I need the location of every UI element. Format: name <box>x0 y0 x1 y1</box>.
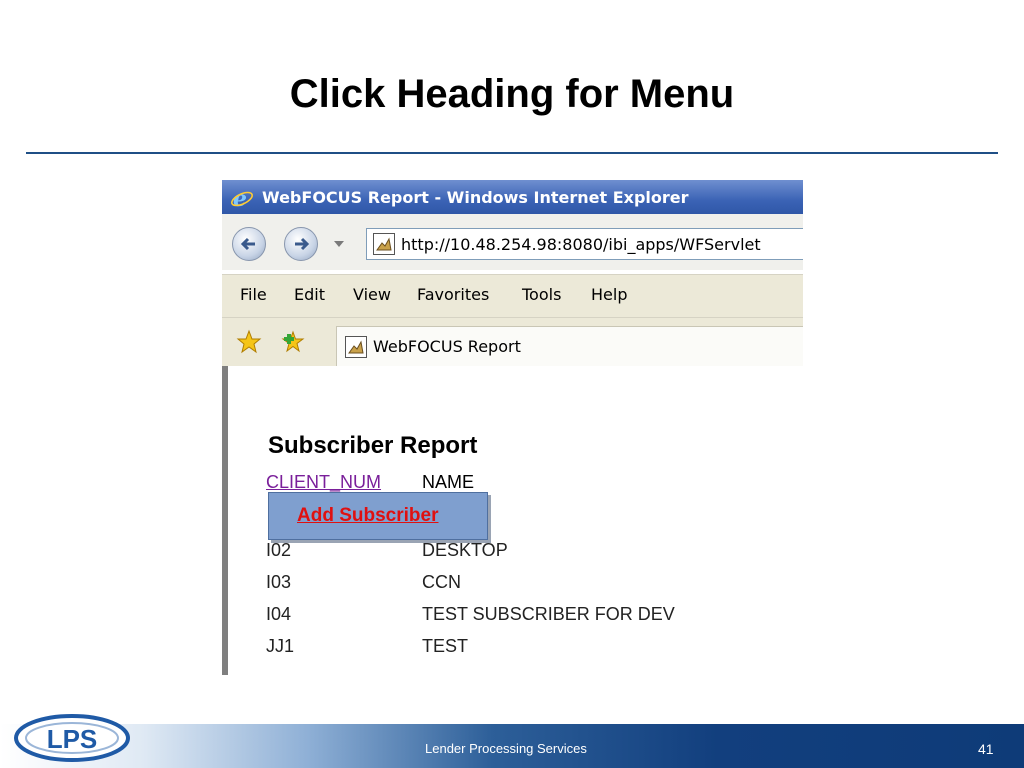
table-cell-client-num: I04 <box>266 604 292 624</box>
address-url: http://10.48.254.98:8080/ibi_apps/WFServ… <box>401 235 761 254</box>
add-favorites-icon[interactable] <box>280 329 306 355</box>
recent-pages-dropdown[interactable] <box>334 241 344 247</box>
context-menu: Add Subscriber <box>268 492 488 540</box>
table-cell-name: DESKTOP <box>422 540 508 560</box>
navigation-bar: http://10.48.254.98:8080/ibi_apps/WFServ… <box>222 214 803 270</box>
report-title: Subscriber Report <box>268 432 478 459</box>
title-divider <box>26 152 998 154</box>
table-cell-client-num: I02 <box>266 540 292 560</box>
tab-page-icon <box>345 336 367 358</box>
column-header-name: NAME <box>422 472 475 492</box>
slide-title: Click Heading for Menu <box>289 72 735 116</box>
menu-file[interactable]: File <box>240 285 267 304</box>
tab-title: WebFOCUS Report <box>373 337 521 356</box>
page-icon <box>373 233 395 255</box>
page-number: 41 <box>978 741 994 757</box>
menu-tools[interactable]: Tools <box>522 285 561 304</box>
favorites-bar: WebFOCUS Report <box>222 318 803 368</box>
table-cell-name: TEST SUBSCRIBER FOR DEV <box>422 604 675 624</box>
back-button[interactable] <box>232 227 266 261</box>
table-cell-name: TEST <box>422 636 469 656</box>
forward-button[interactable] <box>284 227 318 261</box>
page-content: Subscriber Report CLIENT_NUM NAME I02 DE… <box>222 366 803 675</box>
forward-arrow-icon <box>295 237 310 251</box>
internet-explorer-icon: e <box>231 186 253 210</box>
menu-bar: File Edit View Favorites Tools Help <box>222 274 803 318</box>
table-cell-name: CCN <box>422 572 461 592</box>
column-header-client-num[interactable]: CLIENT_NUM <box>266 472 381 493</box>
address-bar[interactable]: http://10.48.254.98:8080/ibi_apps/WFServ… <box>366 228 803 260</box>
window-title: WebFOCUS Report - Windows Internet Explo… <box>262 188 689 207</box>
logo-text: LPS <box>47 724 98 754</box>
table-cell-client-num: JJ1 <box>266 636 295 656</box>
menu-edit[interactable]: Edit <box>294 285 325 304</box>
footer-company-name: Lender Processing Services <box>425 741 587 756</box>
window-titlebar[interactable]: e WebFOCUS Report - Windows Internet Exp… <box>222 180 803 214</box>
add-subscriber-menu-item[interactable]: Add Subscriber <box>297 505 438 527</box>
menu-help[interactable]: Help <box>591 285 627 304</box>
menu-favorites[interactable]: Favorites <box>417 285 489 304</box>
browser-tab[interactable]: WebFOCUS Report <box>336 326 803 366</box>
menu-view[interactable]: View <box>353 285 391 304</box>
table-cell-client-num: I03 <box>266 572 292 592</box>
slide-footer: Lender Processing Services 41 <box>0 724 1024 768</box>
lps-logo: LPS <box>14 714 130 762</box>
favorites-star-icon[interactable] <box>236 329 262 355</box>
browser-window: e WebFOCUS Report - Windows Internet Exp… <box>222 180 803 675</box>
back-arrow-icon <box>240 237 255 251</box>
